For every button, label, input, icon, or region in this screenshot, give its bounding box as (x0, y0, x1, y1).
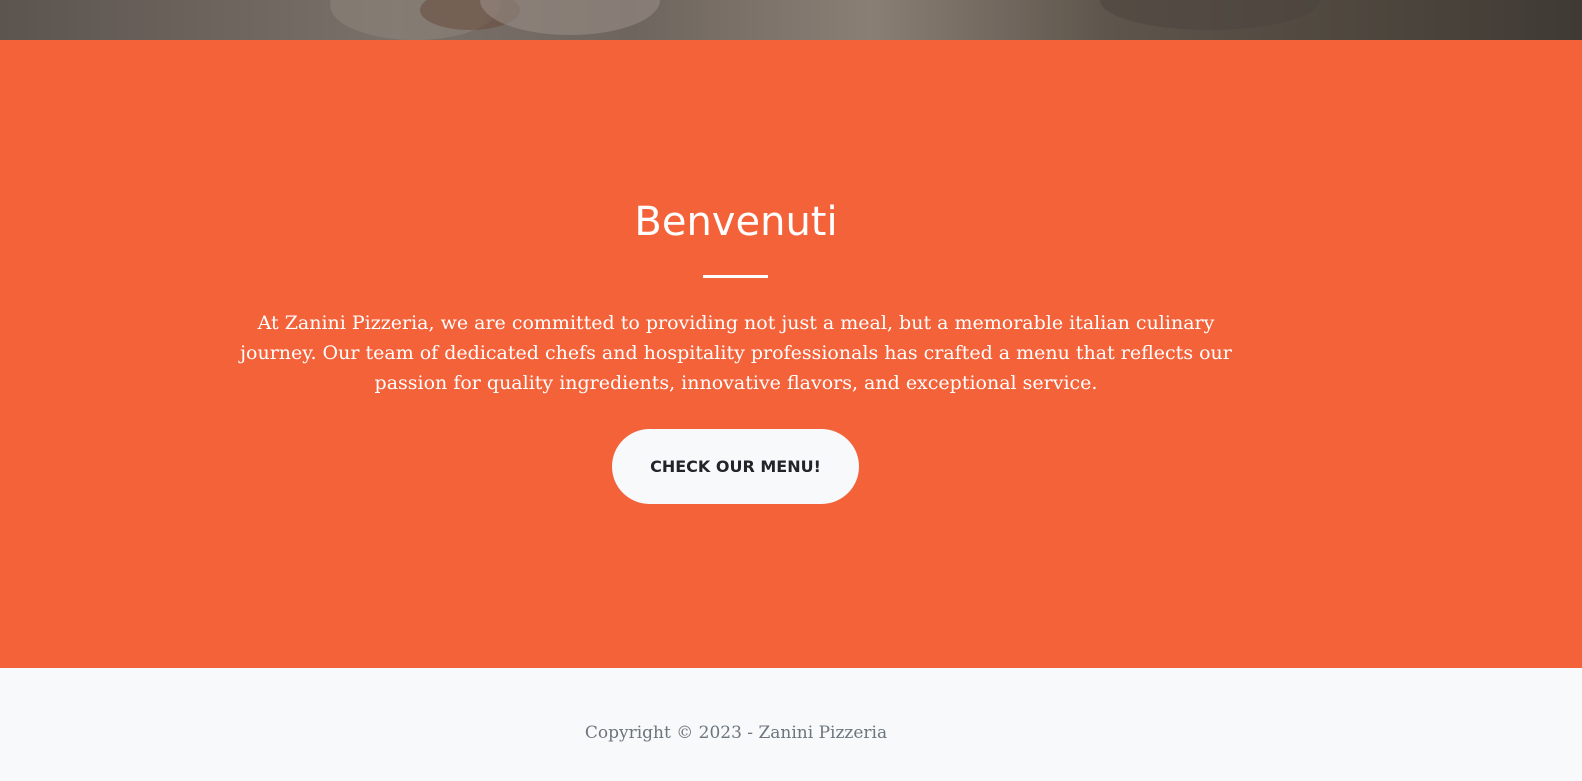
page: Benvenuti At Zanini Pizzeria, we are com… (0, 0, 1582, 781)
copyright-text: Copyright © 2023 - Zanini Pizzeria (584, 723, 888, 743)
footer: Copyright © 2023 - Zanini Pizzeria (0, 668, 1582, 781)
about-heading: Benvenuti (634, 199, 838, 245)
hero-image-strip (0, 0, 1582, 40)
hero-photo-detail (480, 0, 660, 35)
heading-divider (703, 275, 768, 278)
about-section: Benvenuti At Zanini Pizzeria, we are com… (0, 40, 1582, 668)
check-menu-button[interactable]: CHECK OUR MENU! (612, 429, 859, 504)
hero-photo-detail (1100, 0, 1320, 30)
about-description: At Zanini Pizzeria, we are committed to … (240, 312, 1232, 394)
